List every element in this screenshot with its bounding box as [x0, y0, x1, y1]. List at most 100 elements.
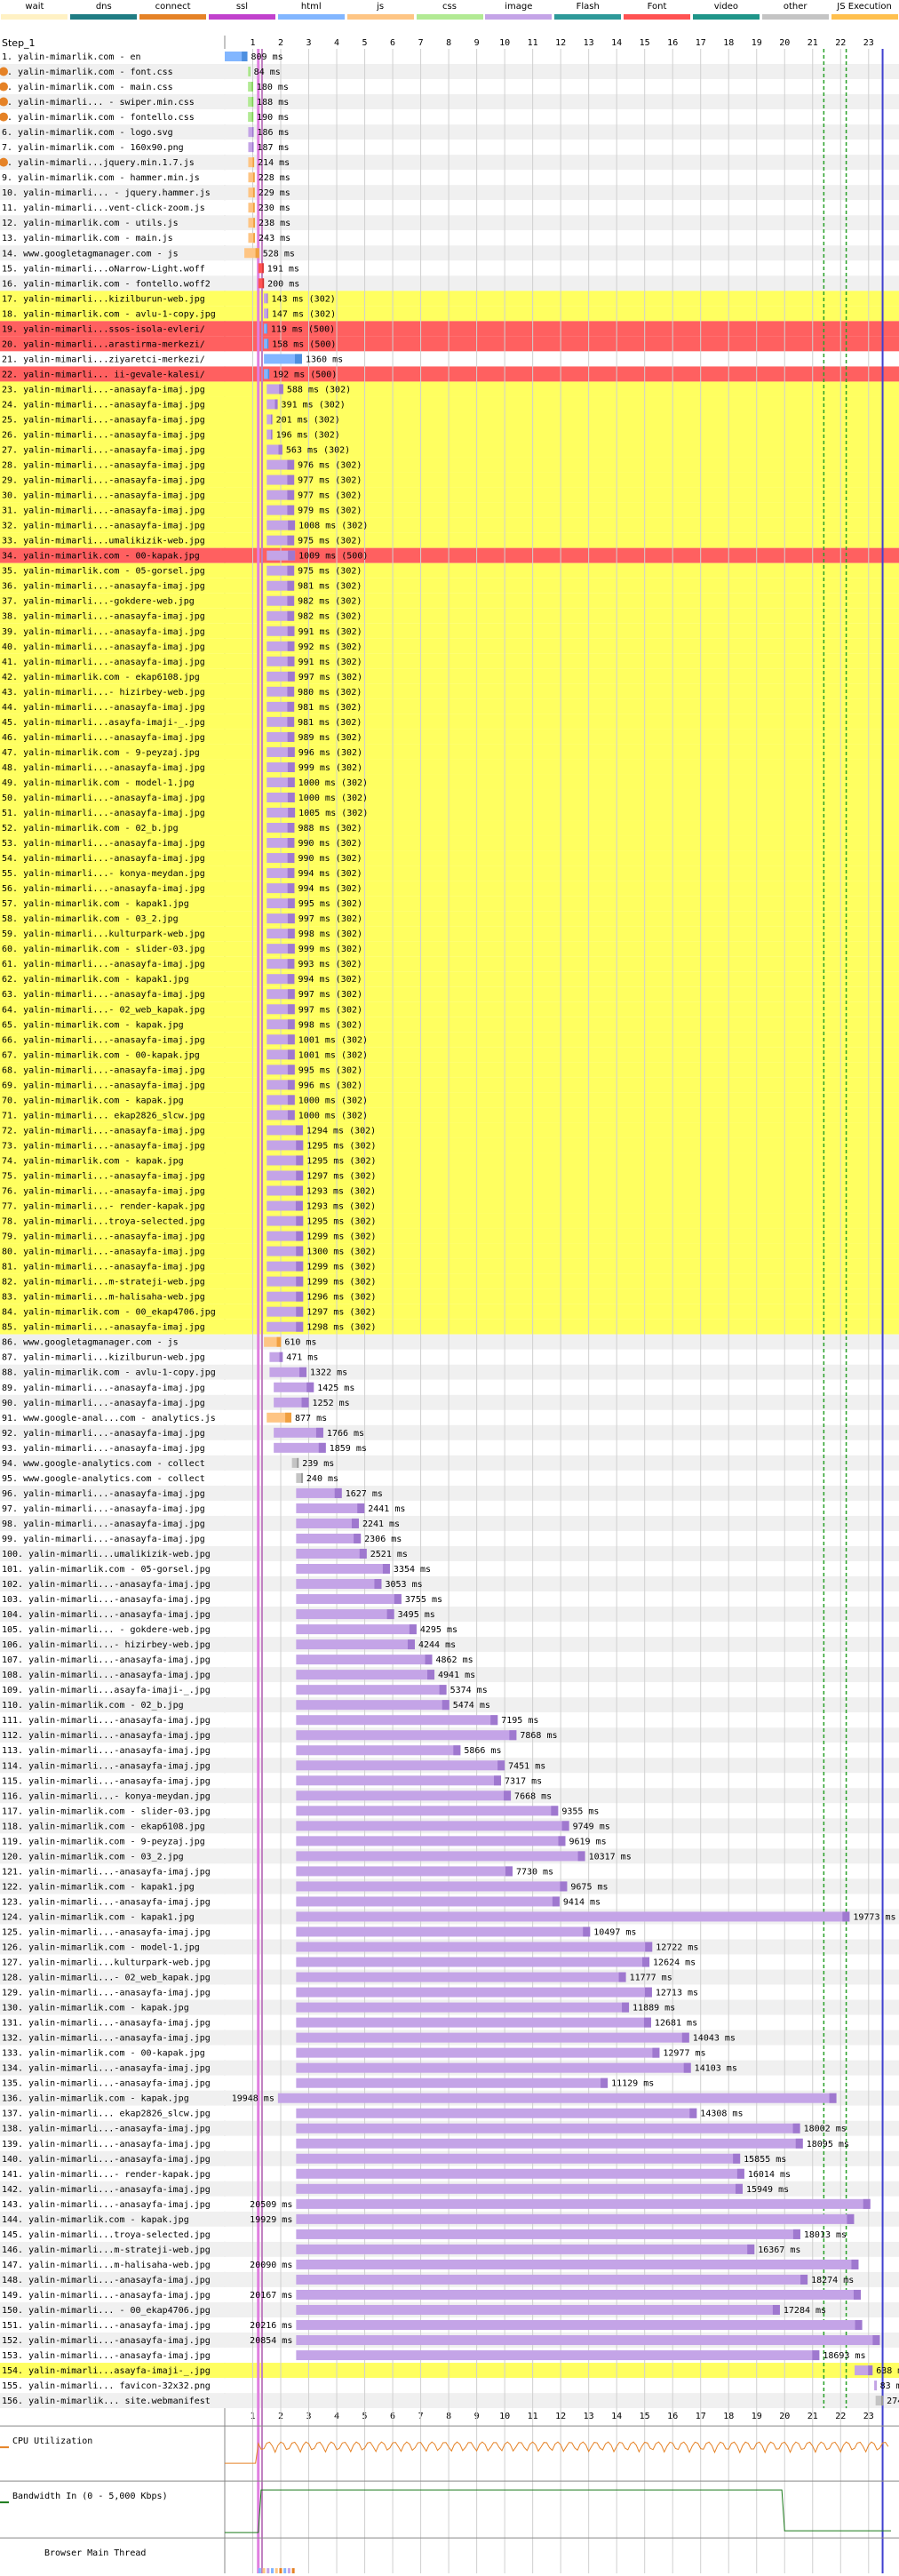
request-time: 2241 ms [362, 1519, 400, 1529]
request-time: 20167 ms [250, 2291, 292, 2301]
request-label: 67. yalin-mimarlik.com - 00-kapak.jpg [2, 1050, 200, 1060]
request-time: 7451 ms [508, 1761, 545, 1771]
request-time: 1296 ms (302) [306, 1293, 376, 1303]
request-label: 99. yalin-mimarli...-anasayfa-imaj.jpg [2, 1535, 205, 1544]
request-bar [296, 1942, 653, 1952]
request-label: 21. yalin-mimarli...ziyaretci-merkezi/ [2, 355, 205, 364]
request-label: 65. yalin-mimarlik.com - kapak.jpg [2, 1020, 184, 1030]
request-time: 990 ms (302) [298, 839, 362, 849]
request-label: 135. yalin-mimarli...-anasayfa-imaj.jpg [2, 2079, 211, 2089]
request-label: 46. yalin-mimarli...-anasayfa-imaj.jpg [2, 733, 205, 743]
request-bar-download [251, 127, 254, 138]
request-time: 994 ms (302) [298, 869, 362, 879]
request-time: 977 ms (302) [298, 491, 362, 501]
request-time: 20090 ms [250, 2261, 292, 2270]
request-label: 22. yalin-mimarli... ii-gevale-kalesi/ [2, 370, 205, 379]
request-label: 30. yalin-mimarli...-anasayfa-imaj.jpg [2, 491, 205, 501]
request-bar-download [287, 898, 295, 909]
request-time: 201 ms (302) [276, 415, 340, 425]
request-label: 73. yalin-mimarli...-anasayfa-imaj.jpg [2, 1141, 205, 1151]
request-time: 1627 ms [346, 1489, 383, 1499]
request-bar-download [287, 656, 295, 666]
main-thread-activity [279, 2568, 282, 2576]
request-label: 4. yalin-mimarli... - swiper.min.css [2, 98, 195, 108]
request-bar-download [287, 974, 295, 985]
request-bar [296, 1533, 362, 1543]
request-label: 139. yalin-mimarli...-anasayfa-imaj.jpg [2, 2140, 211, 2149]
request-bar-download [287, 626, 295, 636]
request-bar-download [439, 1685, 447, 1695]
request-label: 109. yalin-mimarli...asayfa-imaji-_.jpg [2, 1686, 211, 1695]
request-time: 9355 ms [561, 1806, 599, 1816]
request-time: 229 ms [259, 188, 290, 198]
request-time: 1293 ms (302) [306, 1202, 376, 1212]
request-label: 103. yalin-mimarli...-anasayfa-imaj.jpg [2, 1595, 211, 1605]
request-label: 16. yalin-mimarlik.com - fontello.woff2 [2, 279, 211, 289]
request-bar-download [296, 1261, 304, 1272]
request-time: 1360 ms [306, 355, 343, 364]
request-label: 82. yalin-mimarli...m-strateji-web.jpg [2, 1278, 205, 1288]
request-time: 238 ms [259, 219, 290, 228]
request-bar-download [490, 1715, 498, 1726]
request-time: 1008 ms (302) [298, 522, 368, 531]
request-bar-download [252, 203, 255, 213]
request-bar [296, 2335, 880, 2346]
request-bar [296, 1760, 505, 1771]
tick-label: 3 [306, 38, 312, 48]
request-bar-download [386, 1609, 394, 1620]
request-label: 72. yalin-mimarli...-anasayfa-imaj.jpg [2, 1126, 205, 1136]
request-label: 98. yalin-mimarli...-anasayfa-imaj.jpg [2, 1519, 205, 1529]
request-time: 993 ms (302) [298, 960, 362, 969]
request-bar [296, 2138, 803, 2149]
request-bar [296, 2108, 697, 2118]
main-thread-activity [267, 2568, 270, 2576]
request-bar-download [453, 1745, 461, 1756]
request-bar [296, 2350, 820, 2361]
request-bar-download [645, 1942, 653, 1952]
request-bar-download [561, 1821, 569, 1831]
request-time: 84 ms [254, 68, 281, 77]
tick-label: 5 [362, 38, 368, 48]
request-bar-download [287, 1095, 295, 1105]
request-label: 138. yalin-mimarli...-anasayfa-imaj.jpg [2, 2125, 211, 2134]
request-time: 1293 ms (302) [306, 1187, 376, 1197]
request-time: 230 ms [259, 203, 290, 213]
request-bar-download [295, 1185, 303, 1196]
request-bar-download [733, 2153, 741, 2164]
request-bar-download [287, 777, 295, 787]
request-time: 990 ms (302) [298, 854, 362, 864]
request-bar [296, 1715, 498, 1726]
request-label: 106. yalin-mimarli...- hizirbey-web.jpg [2, 1640, 211, 1650]
request-time: 2306 ms [364, 1535, 402, 1544]
request-time: 14043 ms [693, 2034, 736, 2044]
tick-label: 6 [390, 38, 395, 48]
request-time: 996 ms (302) [298, 748, 362, 758]
request-time: 10317 ms [589, 1852, 632, 1862]
request-label: 123. yalin-mimarli...-anasayfa-imaj.jpg [2, 1897, 211, 1907]
tick-label: 11 [528, 38, 538, 48]
request-time: 20216 ms [250, 2321, 292, 2331]
request-bar [296, 1639, 415, 1650]
request-time: 588 ms (302) [287, 385, 351, 395]
request-time: 989 ms (302) [298, 733, 362, 743]
request-time: 999 ms (302) [298, 763, 362, 773]
request-bar-download [800, 2274, 808, 2285]
request-label: 28. yalin-mimarli...-anasayfa-imaj.jpg [2, 461, 205, 471]
request-label: 125. yalin-mimarli...-anasayfa-imaj.jpg [2, 1927, 211, 1937]
request-time: 147 ms (302) [272, 309, 336, 319]
tick-label: 1 [250, 38, 255, 48]
request-label: 146. yalin-mimarli...m-strateji-web.jpg [2, 2245, 211, 2255]
request-time: 16367 ms [758, 2245, 800, 2255]
request-bar-download [252, 172, 255, 183]
request-time: 982 ms (302) [298, 612, 362, 622]
request-label: 133. yalin-mimarlik.com - 00-kapak.jpg [2, 2049, 205, 2059]
request-time: 996 ms (302) [298, 1081, 362, 1090]
request-time: 191 ms [267, 264, 299, 274]
request-label: 149. yalin-mimarli...-anasayfa-imaj.jpg [2, 2291, 211, 2301]
request-time: 1297 ms (302) [306, 1171, 376, 1181]
request-label: 68. yalin-mimarli...-anasayfa-imaj.jpg [2, 1065, 205, 1075]
request-bar-download [287, 868, 295, 879]
request-bar [296, 1579, 382, 1590]
request-time: 1297 ms (302) [306, 1308, 376, 1318]
request-time: 17284 ms [784, 2306, 826, 2316]
